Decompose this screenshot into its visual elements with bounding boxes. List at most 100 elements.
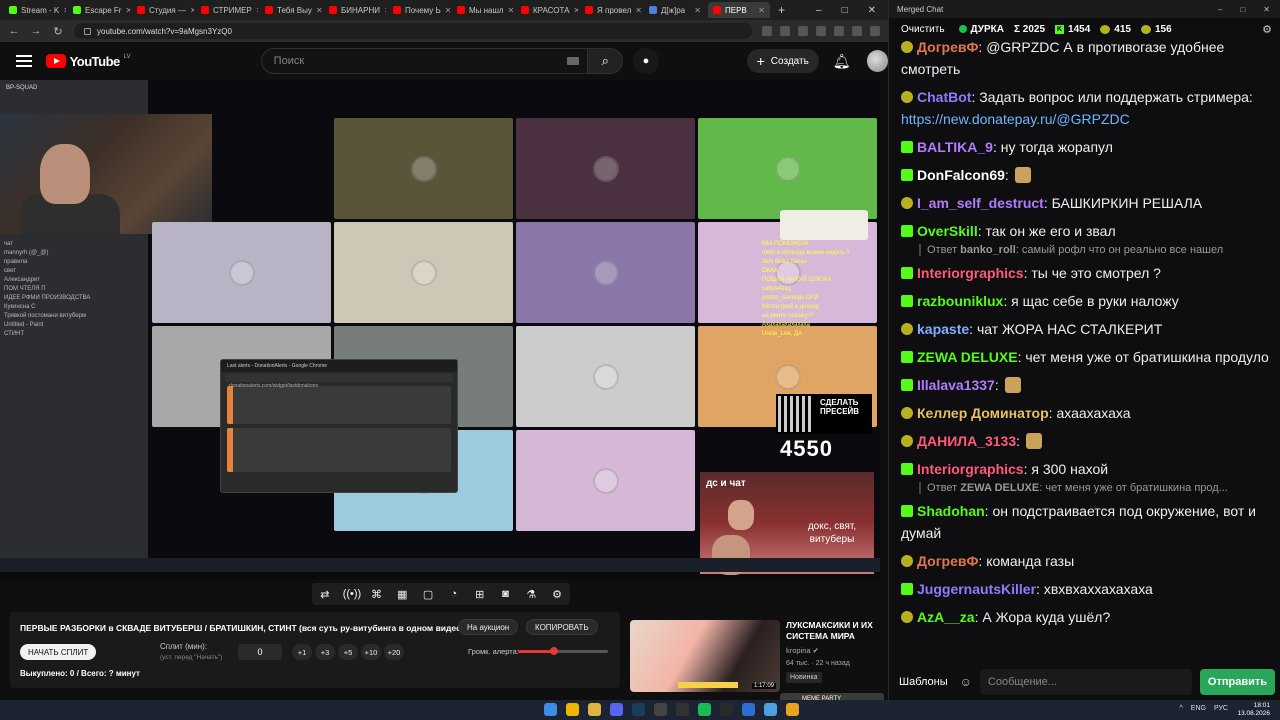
split-step-button[interactable]: +5 [338,644,358,660]
send-button[interactable]: Отправить [1199,669,1275,695]
chrome-icon[interactable] [566,703,579,716]
volume-handle[interactable] [550,647,558,655]
new-tab-button[interactable]: + [772,3,791,17]
chat-username[interactable]: AzA__za [917,609,975,625]
app-icon-4[interactable] [764,703,777,716]
browser-tab[interactable]: Тебя Выу ✕ [260,2,322,18]
browser-tab[interactable]: Почему Ь ✕ [388,2,450,18]
browser-tab[interactable]: Escape Fr ✕ [68,2,130,18]
copy-button[interactable]: КОПИРОВАТЬ [526,619,598,635]
maximize-icon[interactable]: □ [842,5,848,16]
back-icon[interactable]: ← [8,25,20,37]
tab-close-icon[interactable]: ✕ [384,6,386,15]
menu-icon[interactable] [16,55,32,67]
chat-username[interactable]: Shadohan [917,503,985,519]
create-button[interactable]: + Создать [746,49,819,73]
discord-channel[interactable]: чат [4,240,144,249]
chat-username[interactable]: Illalava1337 [917,377,995,393]
split-step-button[interactable]: +1 [292,644,312,660]
tab-close-icon[interactable]: ✕ [694,6,701,15]
crop-icon[interactable]: ▢ [420,588,436,601]
reload-icon[interactable]: ↻ [52,25,64,38]
tab-close-icon[interactable]: ✕ [758,6,765,15]
chat-username[interactable]: ZEWA DELUXE [917,349,1018,365]
shuffle-icon[interactable]: ⇄ [317,588,333,601]
discord-channel[interactable]: Трявкой постомани витуберм [4,312,144,321]
browser-tab[interactable]: Студия — ✕ [132,2,194,18]
tray-item[interactable]: ^ [1180,705,1183,712]
browser-tab[interactable]: КРАСОТА ✕ [516,2,578,18]
steam-icon[interactable] [632,703,645,716]
tab-close-icon[interactable]: ✕ [256,6,258,15]
close-icon[interactable]: ✕ [1263,5,1270,14]
tab-close-icon[interactable]: ✕ [508,6,514,15]
discord-channel[interactable]: правила [4,258,144,267]
browser-tab[interactable]: Мы нашл ✕ [452,2,514,18]
split-step-button[interactable]: +3 [315,644,335,660]
video-player[interactable]: BP-SQUAD чат mannyrh (@_@) правила свет Алек… [0,80,880,580]
minimize-icon[interactable]: – [1218,5,1222,14]
chat-username[interactable]: I_am_self_destruct [917,195,1044,211]
flask-icon[interactable]: ⚗ [523,588,539,601]
discord-channel[interactable]: ИДЕЕ РФМИ ПРОИЗВОДСТВА [4,294,144,303]
extension-icon[interactable] [834,26,844,36]
chat-username[interactable]: DonFalcon69 [917,167,1005,183]
recommended-video[interactable]: 1:17:09 ЛУКСМАКСИКИ И ИХ СИСТЕМА МИРА kr… [630,620,882,692]
obs-icon[interactable] [676,703,689,716]
discord-channel[interactable]: СТИНТ [4,330,144,339]
tab-close-icon[interactable]: ✕ [190,6,194,15]
camera-icon[interactable]: ◙ [497,588,513,600]
browser-tab[interactable]: Д[ж]ра ✕ [644,2,706,18]
plus-box-icon[interactable]: ⊞ [472,588,488,601]
chat-username[interactable]: Келлер Доминатор [917,405,1049,421]
clear-button[interactable]: Очистить [897,22,949,37]
extension-icon[interactable] [798,26,808,36]
chat-username[interactable]: ДАНИЛА_3133 [917,433,1016,449]
templates-button[interactable]: Шаблоны [895,672,952,692]
forward-icon[interactable]: → [30,25,42,37]
chat-username[interactable]: Interiorgraphics [917,461,1024,477]
browser-tab[interactable]: Stream - K✕ [4,2,66,18]
browser-tab[interactable]: БИНАРНИ ✕ [324,2,386,18]
chat-link[interactable]: https://new.donatepay.ru/@GRPZDC [901,111,1130,127]
reply-username[interactable]: ZEWA DELUXE [960,482,1039,494]
gauge-icon[interactable]: ◔ [446,588,462,600]
profile-icon[interactable] [852,26,862,36]
browser-tab[interactable]: СТРИМЕР ✕ [196,2,258,18]
discord-icon[interactable] [610,703,623,716]
folder-icon[interactable] [588,703,601,716]
tab-close-icon[interactable]: ✕ [316,6,322,15]
chat-username[interactable]: ДогревФ [917,553,978,569]
video-thumbnail[interactable]: 1:17:09 [630,620,780,692]
gear-icon[interactable]: ⚙ [549,588,565,601]
browser-tab[interactable]: ПЕРВ ✕ [708,2,770,18]
chat-username[interactable]: razbouniklux [917,293,1003,309]
chat-username[interactable]: OverSkill [917,223,978,239]
youtube-logo[interactable]: YouTube LV [45,54,131,69]
app-icon-5[interactable] [786,703,799,716]
clapper-icon[interactable]: ▦ [394,588,410,601]
voice-search-button[interactable]: ● [633,48,659,74]
start-split-button[interactable]: НАЧАТЬ СПЛИТ [20,644,97,660]
minimize-icon[interactable]: – [816,5,822,16]
tab-close-icon[interactable]: ✕ [445,6,450,15]
tab-close-icon[interactable]: ✕ [125,6,130,15]
avatar[interactable] [866,50,888,72]
discord-channel[interactable]: Александрит [4,276,144,285]
app-icon[interactable] [654,703,667,716]
app-icon-2[interactable] [720,703,733,716]
gamepad-icon[interactable]: ⌘ [368,588,384,601]
notifications-icon[interactable]: 🔔︎ [833,53,851,70]
recommended-title[interactable]: ЛУКСМАКСИКИ И ИХ СИСТЕМА МИРА [786,620,882,642]
tab-close-icon[interactable]: ✕ [63,6,66,15]
channel-name[interactable]: kropina ✔ [786,646,819,655]
chat-username[interactable]: ДогревФ [917,39,978,55]
auction-button[interactable]: На аукцион [458,619,519,635]
chat-username[interactable]: JuggernautsKiller [917,581,1036,597]
extension-icon[interactable] [762,26,772,36]
chat-username[interactable]: kapaste [917,321,969,337]
discord-channel[interactable]: Untitled - Paint [4,321,144,330]
search-button[interactable]: ⌕ [588,48,624,74]
tab-close-icon[interactable]: ✕ [635,6,642,15]
reply-username[interactable]: banko_roll [960,244,1016,256]
